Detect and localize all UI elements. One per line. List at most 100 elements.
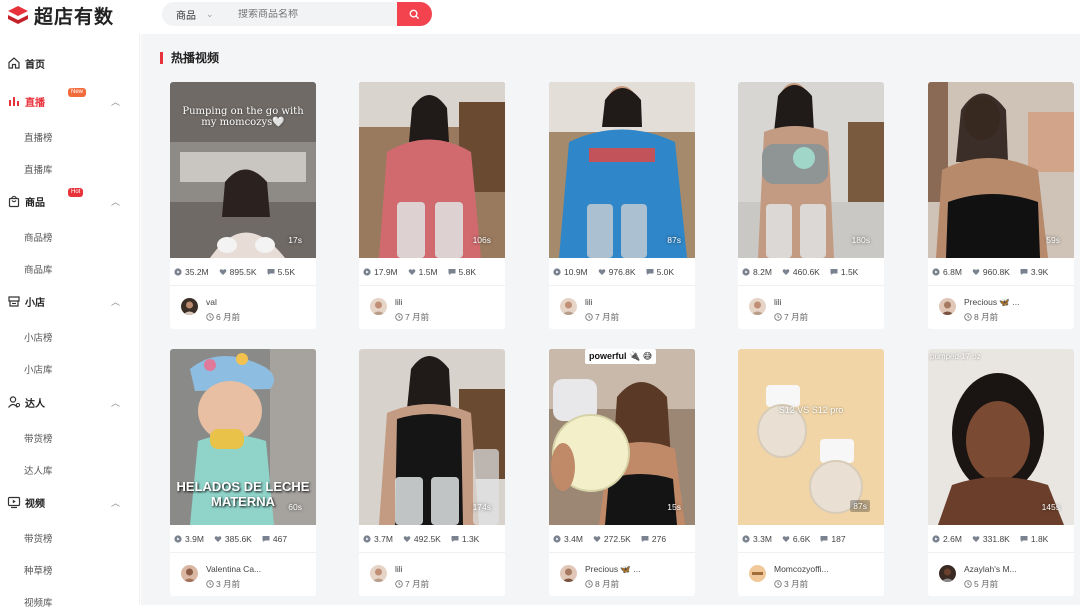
author-name: lili (585, 297, 593, 307)
video-thumbnail[interactable]: 87s (549, 82, 695, 258)
comments-count: 276 (651, 533, 667, 544)
publish-time: 7 月前 (774, 311, 808, 323)
author-info[interactable]: Momcozyoffi... 3 月前 (738, 554, 884, 596)
sidebar-subitem-store-rank[interactable]: 小店榜 (24, 330, 53, 344)
author-info[interactable]: Valentina Ca... 3 月前 (170, 554, 316, 596)
sidebar-subitem-live-library[interactable]: 直播库 (24, 162, 53, 176)
hot-badge: Hot (68, 188, 84, 197)
clock-icon (774, 580, 782, 588)
sidebar-item-label: 商品 (25, 197, 45, 209)
sidebar-item-store[interactable]: 小店 ︿ (0, 286, 140, 316)
app-logo[interactable]: 超店有数 (6, 2, 114, 29)
sidebar-subitem-video-sales-rank[interactable]: 带货榜 (24, 531, 53, 545)
comments-stat: 1.5K (830, 267, 858, 277)
likes-count: 385.6K (224, 533, 252, 544)
author-info[interactable]: lili 7 月前 (738, 287, 884, 329)
search-icon (409, 9, 420, 19)
likes-count: 272.5K (603, 533, 631, 544)
views-stat: 3.7M (363, 534, 393, 544)
video-thumbnail[interactable]: HELADOS DE LECHE MATERNA 60s (170, 349, 316, 525)
chevron-up-icon[interactable]: ︿ (111, 295, 120, 308)
author-info[interactable]: Precious 🦋 ... 8 月前 (928, 287, 1074, 329)
play-icon (553, 534, 561, 543)
play-icon (742, 267, 750, 276)
sidebar-item-label: 小店 (25, 297, 45, 309)
video-thumbnail[interactable]: pumped 17 oz 145s (928, 349, 1074, 525)
likes-stat: 492.5K (403, 534, 441, 544)
video-thumbnail[interactable]: 174s (359, 349, 505, 525)
clock-icon (964, 313, 972, 321)
video-card[interactable]: HELADOS DE LECHE MATERNA 60s 3.9M 385.6K… (170, 349, 316, 596)
author-name: Azaylah's M... (964, 564, 1017, 574)
sidebar-subitem-video-library[interactable]: 视频库 (24, 595, 53, 609)
publish-time-text: 6 月前 (216, 312, 241, 322)
sidebar-subitem-influencer-library[interactable]: 达人库 (24, 463, 53, 477)
chevron-up-icon[interactable]: ︿ (111, 95, 120, 108)
video-thumbnail[interactable]: 180s (738, 82, 884, 258)
video-thumbnail[interactable]: S12 VS S12 pro 87s (738, 349, 884, 525)
sidebar-item-label: 达人 (25, 398, 45, 410)
video-thumbnail[interactable]: Pumping on the go with my momcozys🤍 17s (170, 82, 316, 258)
top-bar: 超店有数 商品 ⌄ (0, 0, 1080, 34)
play-icon (742, 534, 750, 543)
play-icon (363, 534, 371, 543)
video-stats: 17.9M 1.5M 5.8K (359, 258, 505, 286)
sidebar-item-influencers[interactable]: 达人 ︿ (0, 387, 140, 417)
video-card[interactable]: S12 VS S12 pro 87s 3.3M 6.6K 187 Momcozy… (738, 349, 884, 596)
sidebar-subitem-live-rank[interactable]: 直播榜 (24, 130, 53, 144)
logo-icon (8, 5, 28, 24)
author-info[interactable]: lili 7 月前 (359, 287, 505, 329)
publish-time-text: 3 月前 (784, 579, 809, 589)
author-info[interactable]: Precious 🦋 ... 8 月前 (549, 554, 695, 596)
author-info[interactable]: Azaylah's M... 5 月前 (928, 554, 1074, 596)
search-type-select[interactable]: 商品 ⌄ (162, 7, 222, 22)
publish-time-text: 5 月前 (974, 579, 999, 589)
avatar (560, 298, 577, 315)
views-count: 3.9M (185, 533, 204, 544)
likes-stat: 331.8K (972, 534, 1010, 544)
author-info[interactable]: lili 7 月前 (549, 287, 695, 329)
sidebar-item-products[interactable]: 商品 Hot ︿ (0, 186, 140, 216)
video-card[interactable]: 59s 6.8M 960.8K 3.9K Precious 🦋 ... 8 月前 (928, 82, 1074, 329)
video-card[interactable]: 180s 8.2M 460.6K 1.5K lili 7 月前 (738, 82, 884, 329)
chevron-up-icon[interactable]: ︿ (111, 195, 120, 208)
likes-stat: 1.5M (408, 267, 438, 277)
heart-icon (408, 268, 415, 275)
comments-count: 5.8K (458, 266, 477, 277)
sidebar-subitem-seeding-rank[interactable]: 种草榜 (24, 563, 53, 577)
video-thumbnail[interactable]: 106s (359, 82, 505, 258)
video-card[interactable]: 106s 17.9M 1.5M 5.8K lili 7 月前 (359, 82, 505, 329)
search-input[interactable] (222, 8, 397, 20)
heart-icon (972, 268, 980, 275)
video-stats: 3.9M 385.6K 467 (170, 525, 316, 553)
sidebar-item-live[interactable]: 直播 New ︿ (0, 86, 140, 116)
video-card[interactable]: 87s 10.9M 976.8K 5.0K lili 7 月前 (549, 82, 695, 329)
thumbnail-image (549, 82, 695, 258)
likes-stat: 895.5K (219, 267, 257, 277)
sidebar-item-videos[interactable]: 视频 ︿ (0, 487, 140, 517)
video-card[interactable]: 174s 3.7M 492.5K 1.3K lili 7 月前 (359, 349, 505, 596)
chevron-up-icon[interactable]: ︿ (111, 496, 120, 509)
search-button[interactable] (397, 2, 432, 26)
video-thumbnail[interactable]: 59s (928, 82, 1074, 258)
chevron-up-icon[interactable]: ︿ (111, 396, 120, 409)
section-title: 热播视频 (160, 52, 219, 64)
author-info[interactable]: val 6 月前 (170, 287, 316, 329)
author-name: Precious 🦋 ... (964, 297, 1020, 307)
sidebar-subitem-product-rank[interactable]: 商品榜 (24, 230, 53, 244)
video-duration: 106s (472, 235, 491, 245)
likes-count: 492.5K (413, 533, 441, 544)
comments-count: 467 (272, 533, 288, 544)
sidebar-subitem-sales-rank[interactable]: 带货榜 (24, 431, 53, 445)
sidebar-subitem-store-library[interactable]: 小店库 (24, 362, 53, 376)
video-card[interactable]: Pumping on the go with my momcozys🤍 17s … (170, 82, 316, 329)
clock-icon (395, 313, 403, 321)
video-card[interactable]: powerful 🔌 😅 15s 3.4M 272.5K 276 Preciou… (549, 349, 695, 596)
user-icon (8, 396, 21, 408)
author-info[interactable]: lili 7 月前 (359, 554, 505, 596)
comments-stat: 5.5K (267, 267, 295, 277)
video-card[interactable]: pumped 17 oz 145s 2.6M 331.8K 1.8K Azayl… (928, 349, 1074, 596)
sidebar-item-home[interactable]: 首页 (0, 48, 140, 78)
sidebar-subitem-product-library[interactable]: 商品库 (24, 262, 53, 276)
video-thumbnail[interactable]: powerful 🔌 😅 15s (549, 349, 695, 525)
